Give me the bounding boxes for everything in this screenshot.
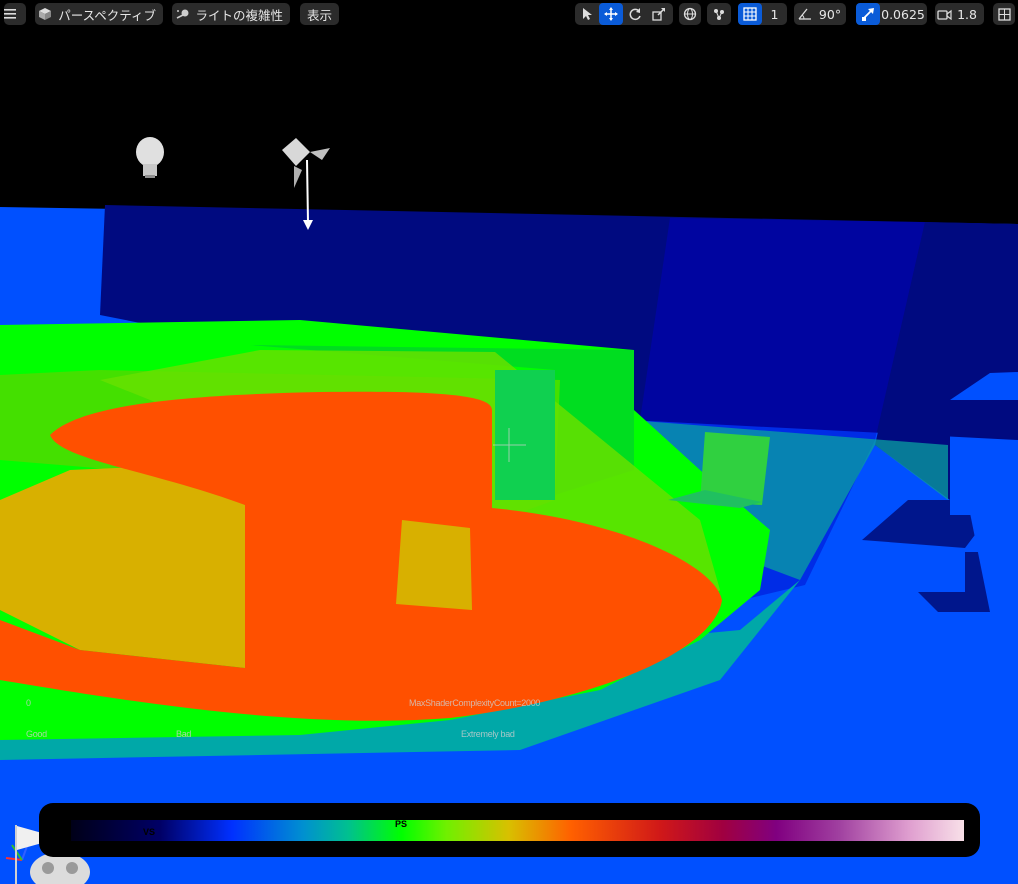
perspective-label: パースペクティブ (58, 7, 156, 23)
scale-snap-icon (861, 7, 875, 21)
view-mode-icon (172, 8, 192, 20)
viewport-menu-button[interactable] (4, 3, 26, 25)
lighting-label: ライトの複雑性 (195, 7, 283, 23)
vs-marker-label: VS (143, 827, 156, 837)
surface-snap-icon (712, 7, 726, 21)
transform-tools-group (575, 3, 673, 25)
viewport-layout-button[interactable] (993, 3, 1015, 25)
scale-snap-toggle[interactable] (856, 3, 880, 25)
ps-marker-label: PS (395, 819, 408, 829)
bad-label: Bad (176, 729, 192, 739)
cursor-icon (581, 7, 593, 21)
camera-speed-button[interactable]: 1.8 (935, 3, 984, 25)
grid-snap-group: 1 (738, 3, 787, 25)
extremely-bad-label: Extremely bad (461, 729, 515, 739)
world-local-toggle[interactable] (679, 3, 701, 25)
select-tool-button[interactable] (575, 3, 599, 25)
scene-canvas[interactable]: Z (0, 0, 1018, 884)
rotation-snap-value[interactable]: 90° (816, 3, 844, 25)
complexity-zero-label: 0 (26, 698, 31, 708)
move-arrows-icon (604, 7, 618, 21)
camera-speed-value: 1.8 (957, 6, 977, 22)
grid-icon (743, 7, 757, 21)
shader-complexity-legend: VS PS (39, 803, 980, 857)
cube-icon (35, 7, 55, 21)
rotation-snap-group: 90° (794, 3, 846, 25)
grid-snap-toggle[interactable] (738, 3, 762, 25)
lighting-mode-button[interactable]: ライトの複雑性 (172, 3, 290, 25)
scale-icon (652, 7, 666, 21)
show-label: 表示 (306, 7, 332, 23)
hamburger-icon (4, 9, 16, 19)
green-panel (495, 370, 555, 500)
scale-snap-group: 0.0625 (856, 3, 927, 25)
perspective-button[interactable]: パースペクティブ (35, 3, 163, 25)
scale-snap-value[interactable]: 0.0625 (880, 3, 926, 25)
translate-tool-button[interactable] (599, 3, 623, 25)
rotate-icon (628, 7, 642, 21)
camera-icon (935, 9, 954, 20)
yellow-block (396, 520, 472, 610)
layout-icon (997, 7, 1011, 21)
surface-snap-button[interactable] (707, 3, 731, 25)
viewport[interactable]: Z パースペクティブ ライトの複雑性 表示 (0, 0, 1018, 884)
max-shader-complexity-label: MaxShaderComplexityCount=2000 (409, 698, 541, 708)
scale-tool-button[interactable] (647, 3, 671, 25)
angle-icon (798, 8, 812, 20)
globe-icon (683, 7, 697, 21)
rotation-snap-toggle[interactable] (794, 3, 816, 25)
good-label: Good (26, 729, 47, 739)
rotate-tool-button[interactable] (623, 3, 647, 25)
complexity-gradient-bar: VS PS (71, 819, 964, 841)
grid-snap-value[interactable]: 1 (762, 3, 787, 25)
show-menu-button[interactable]: 表示 (300, 3, 339, 25)
